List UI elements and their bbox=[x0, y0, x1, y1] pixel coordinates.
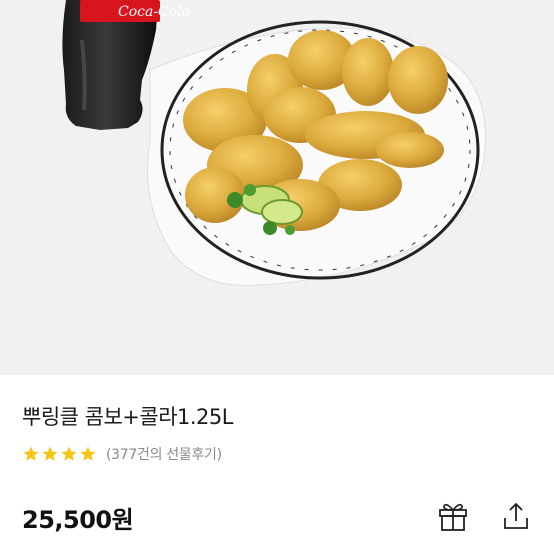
bottle-label: Coca-Cola bbox=[118, 4, 190, 20]
rating-row[interactable]: (377건의 선물후기) bbox=[22, 444, 222, 464]
share-icon bbox=[504, 502, 528, 529]
star-icon bbox=[80, 446, 96, 461]
product-price: 25,500원 bbox=[22, 506, 134, 534]
review-count[interactable]: (377건의 선물후기) bbox=[106, 444, 222, 464]
gift-button[interactable] bbox=[435, 498, 471, 534]
star-icon bbox=[42, 446, 58, 461]
product-illustration: Coca-Cola bbox=[62, 0, 487, 287]
star-icon bbox=[61, 446, 77, 461]
star-icon bbox=[23, 446, 39, 461]
rating-stars bbox=[22, 445, 98, 463]
share-button[interactable] bbox=[498, 498, 534, 534]
product-title: 뿌링클 콤보+콜라1.25L bbox=[22, 405, 233, 429]
product-image[interactable]: Coca-Cola bbox=[0, 0, 554, 375]
product-page: Coca-Cola 뿌링클 콤보+콜라1.25L (377건의 선물후기) 25… bbox=[0, 0, 554, 554]
gift-icon bbox=[439, 503, 467, 531]
